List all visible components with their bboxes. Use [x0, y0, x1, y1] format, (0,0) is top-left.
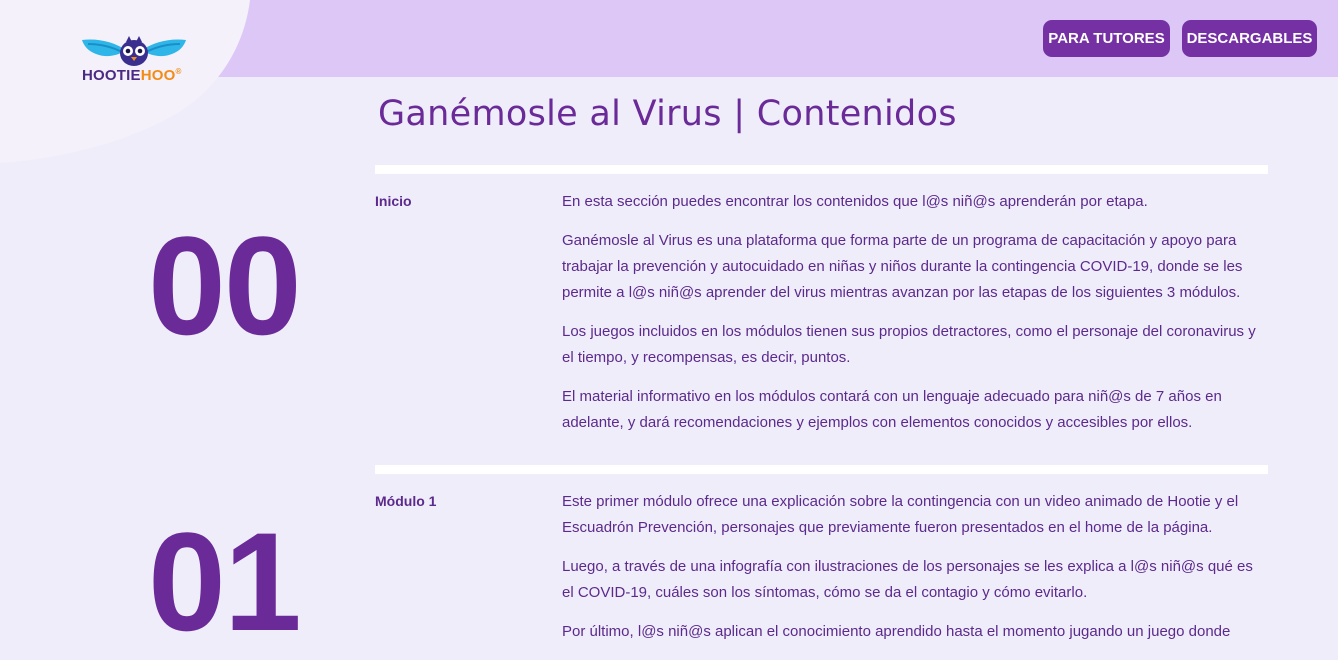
section-body-modulo-1: Este primer módulo ofrece una explicació…: [562, 489, 1268, 658]
section-paragraph: El material informativo en los módulos c…: [562, 388, 1222, 431]
section-label-inicio: Inicio: [375, 193, 412, 209]
section-label-modulo-1: Módulo 1: [375, 493, 437, 509]
section-body-inicio: En esta sección puedes encontrar los con…: [562, 189, 1268, 449]
section-paragraph: En esta sección puedes encontrar los con…: [562, 193, 1148, 210]
section-divider: [375, 465, 1268, 474]
section-divider: [375, 165, 1268, 174]
section-paragraph: Ganémosle al Virus es una plataforma que…: [562, 232, 1243, 301]
logo-text-hootie: HOOTIE: [82, 67, 141, 84]
section-paragraph: Los juegos incluidos en los módulos tien…: [562, 323, 1256, 366]
logo-registered-mark: ®: [175, 67, 182, 76]
section-number-01: 01: [148, 503, 302, 660]
section-paragraph: Por último, l@s niñ@s aplican el conocim…: [562, 623, 1231, 640]
page-title: Ganémosle al Virus | Contenidos: [378, 94, 957, 134]
section-paragraph: Luego, a través de una infografía con il…: [562, 558, 1253, 601]
section-number-00: 00: [148, 207, 302, 364]
logo-wordmark[interactable]: HOOTIEHOO®: [82, 67, 182, 84]
descargables-button[interactable]: DESCARGABLES: [1182, 20, 1317, 57]
logo-text-hoo: HOO: [140, 67, 176, 84]
para-tutores-button[interactable]: PARA TUTORES: [1043, 20, 1170, 57]
section-paragraph: Este primer módulo ofrece una explicació…: [562, 493, 1239, 536]
